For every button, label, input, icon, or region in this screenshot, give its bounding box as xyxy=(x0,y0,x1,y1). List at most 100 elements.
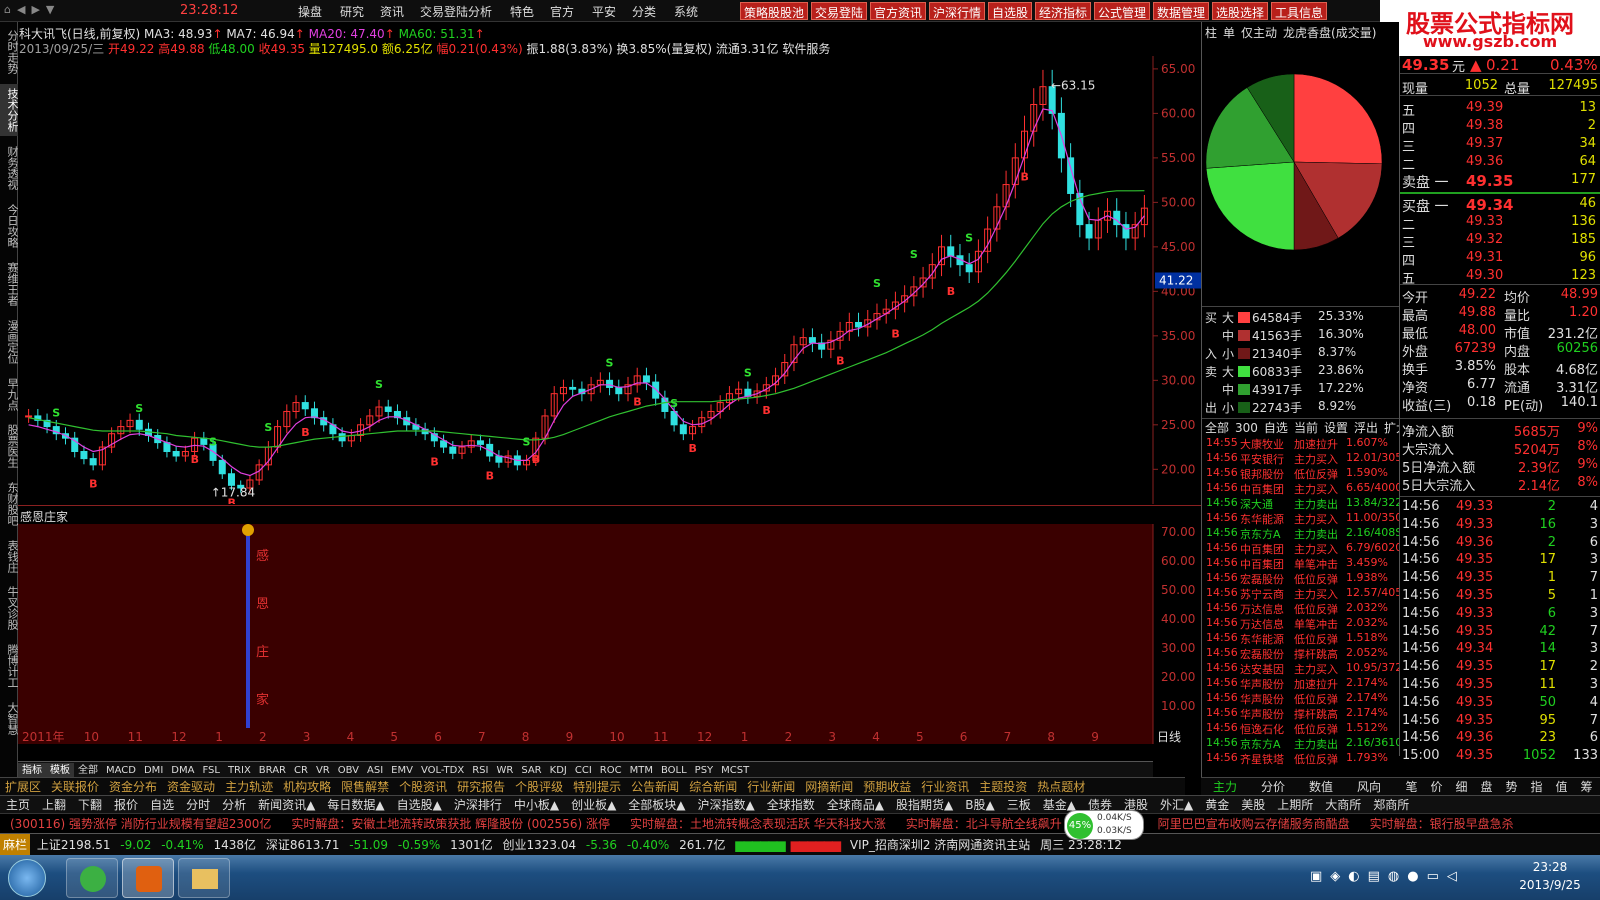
start-button-icon[interactable] xyxy=(8,859,46,897)
nav-tab-2[interactable]: 下翻 xyxy=(72,796,108,814)
func-tab-2[interactable]: 资金分布 xyxy=(104,778,162,796)
news-item-2[interactable]: 实时解盘：土地流转概念表现活跃 华天科技大涨 xyxy=(620,814,896,834)
func-tab-11[interactable]: 公告新闻 xyxy=(626,778,684,796)
list-tab-4[interactable]: 设置 xyxy=(1321,419,1351,436)
nav-tab-7[interactable]: 新闻资讯▲ xyxy=(252,796,321,814)
list-tab-3[interactable]: 当前 xyxy=(1291,419,1321,436)
nav-tab-19[interactable]: 三板 xyxy=(1001,796,1037,814)
nav-tab-14[interactable]: 沪深指数▲ xyxy=(692,796,761,814)
nav-tab-24[interactable]: 黄金 xyxy=(1199,796,1235,814)
nav-tab-28[interactable]: 郑商所 xyxy=(1367,796,1415,814)
trade-row[interactable]: 14:56 万达信息 单笔冲击 2.032% xyxy=(1206,616,1400,631)
list-tab-1[interactable]: 300 xyxy=(1232,421,1261,435)
tool-button-3[interactable]: 沪深行情 xyxy=(929,2,985,20)
func-tab-8[interactable]: 研究报告 xyxy=(452,778,510,796)
flow-tab-2[interactable]: 仅主动 xyxy=(1238,24,1280,41)
trade-row[interactable]: 14:56 京东方A 主力卖出 2.16/408S xyxy=(1206,526,1402,541)
nav-tab-18[interactable]: B股▲ xyxy=(959,796,1000,814)
func-tab-10[interactable]: 特别提示 xyxy=(568,778,626,796)
left-tab-11[interactable]: 腾博计工 xyxy=(0,640,19,692)
news-item-5[interactable]: 实时解盘：银行股早盘急杀 xyxy=(1360,814,1524,834)
func-tab-1[interactable]: 关联报价 xyxy=(46,778,104,796)
left-tab-8[interactable]: 东财股吧 xyxy=(0,478,19,530)
left-tab-10[interactable]: 牛叉诊股 xyxy=(0,582,19,634)
bid-row[interactable]: 四 49.31 96 xyxy=(1400,250,1600,269)
tray-icons[interactable]: ▣◈◐▤◍●▭◁ xyxy=(1310,869,1465,884)
trade-row[interactable]: 14:56 深大通 主力卖出 13.84/322 xyxy=(1206,496,1402,511)
trade-row[interactable]: 14:56 苏宁云商 主力买入 12.57/405 xyxy=(1206,586,1402,601)
tool-button-9[interactable]: 工具信息 xyxy=(1271,2,1327,20)
taskbar-app-ie-icon[interactable] xyxy=(66,858,118,898)
nav-tab-15[interactable]: 全球指数 xyxy=(761,796,821,814)
flow-tab-3[interactable]: 龙虎香盘(成交量) xyxy=(1280,24,1379,41)
tool-button-6[interactable]: 公式管理 xyxy=(1094,2,1150,20)
tool-button-0[interactable]: 策略股股池 xyxy=(740,2,808,20)
quote-bottom-tab-1[interactable]: 价 xyxy=(1424,778,1449,796)
tool-button-5[interactable]: 经济指标 xyxy=(1035,2,1091,20)
trade-row[interactable]: 14:56 银邦股份 低位反弹 1.590% xyxy=(1206,466,1400,481)
sh-index[interactable]: 上证2198.51 xyxy=(34,834,114,856)
left-tab-12[interactable]: 大智慧 xyxy=(0,698,19,738)
nav-tab-8[interactable]: 每日数据▲ xyxy=(321,796,390,814)
left-tab-4[interactable]: 赛维王者 xyxy=(0,258,19,310)
news-item-0[interactable]: (300116) 强势涨停 消防行业规模有望超2300亿 xyxy=(0,814,281,834)
taskbar-app-folder-icon[interactable] xyxy=(178,858,230,898)
cy-index[interactable]: 创业1323.04 xyxy=(499,834,579,856)
network-widget[interactable]: 45% 0.04K/S 0.03K/S xyxy=(1064,810,1144,840)
tool-button-8[interactable]: 选股选择 xyxy=(1212,2,1268,20)
nav-tab-6[interactable]: 分析 xyxy=(216,796,252,814)
list-tab-5[interactable]: 浮出 xyxy=(1351,419,1381,436)
trade-row[interactable]: 14:56 华声股份 加速拉升 2.174% xyxy=(1206,676,1400,691)
nav-tab-0[interactable]: 主页 xyxy=(0,796,36,814)
left-tab-2[interactable]: 财务透视 xyxy=(0,142,19,194)
menu-item-2[interactable]: 资讯 xyxy=(380,3,404,20)
price-chart[interactable]: 65.0060.0055.0050.0045.0040.0035.0030.00… xyxy=(18,56,1201,504)
nav-tab-5[interactable]: 分时 xyxy=(180,796,216,814)
flow-bottom-tab-0[interactable]: 主力 xyxy=(1201,778,1249,796)
trade-row[interactable]: 14:56 宏磊股份 低位反弹 1.938% xyxy=(1206,571,1400,586)
nav-tab-4[interactable]: 自选 xyxy=(144,796,180,814)
func-tab-18[interactable]: 热点题材 xyxy=(1032,778,1090,796)
trade-row[interactable]: 14:56 中百集团 主力买入 6.79/6020 xyxy=(1206,541,1402,556)
nav-tab-26[interactable]: 上期所 xyxy=(1271,796,1319,814)
func-tab-16[interactable]: 行业资讯 xyxy=(916,778,974,796)
nav-tab-12[interactable]: 创业板▲ xyxy=(565,796,622,814)
trade-row[interactable]: 14:56 齐星铁塔 低位反弹 1.793% xyxy=(1206,751,1400,766)
nav-tab-3[interactable]: 报价 xyxy=(108,796,144,814)
func-tab-7[interactable]: 个股资讯 xyxy=(394,778,452,796)
trade-row[interactable]: 14:55 大康牧业 加速拉升 1.607% xyxy=(1206,436,1400,451)
trade-row[interactable]: 14:56 平安银行 主力买入 12.01/305 xyxy=(1206,451,1402,466)
func-tab-6[interactable]: 限售解禁 xyxy=(336,778,394,796)
quote-bottom-tab-3[interactable]: 盘 xyxy=(1474,778,1499,796)
func-tab-9[interactable]: 个股评级 xyxy=(510,778,568,796)
trade-row[interactable]: 14:56 万达信息 低位反弹 2.032% xyxy=(1206,601,1400,616)
quote-bottom-tab-5[interactable]: 指 xyxy=(1524,778,1549,796)
menu-item-0[interactable]: 操盘 xyxy=(298,3,322,20)
list-tab-0[interactable]: 全部 xyxy=(1202,419,1232,436)
tool-button-1[interactable]: 交易登陆 xyxy=(811,2,867,20)
ask-row[interactable]: 二 49.36 64 xyxy=(1400,154,1600,173)
taskbar-app-stock-icon[interactable] xyxy=(122,858,174,898)
indicator-chart[interactable]: 70.00 60.00 50.00 40.00 30.00 20.00 10.00 感恩庄家 2… xyxy=(18,524,1201,744)
flow-bottom-tab-3[interactable]: 风向 xyxy=(1345,778,1393,796)
func-tab-14[interactable]: 网摘新闻 xyxy=(800,778,858,796)
ask-row[interactable]: 四 49.38 2 xyxy=(1400,118,1600,137)
tool-button-2[interactable]: 官方资讯 xyxy=(870,2,926,20)
left-tab-3[interactable]: 今日攻略 xyxy=(0,200,19,252)
bid-row[interactable]: 买盘 一 49.34 46 xyxy=(1400,196,1600,215)
left-tab-0[interactable]: 分时走势 xyxy=(0,26,19,78)
left-tab-7[interactable]: 股票医生 xyxy=(0,420,19,472)
menu-item-3[interactable]: 交易登陆分析 xyxy=(420,3,492,20)
nav-tab-10[interactable]: 沪深排行 xyxy=(448,796,508,814)
left-tab-6[interactable]: 早九点 xyxy=(0,374,19,414)
func-tab-0[interactable]: 扩展区 xyxy=(0,778,46,796)
server-name[interactable]: VIP_招商深圳2 济南网通资讯主站 xyxy=(847,834,1033,856)
news-item-1[interactable]: 实时解盘：安徽土地流转政策获批 辉隆股份 (002556) 涨停 xyxy=(281,814,620,834)
quote-bottom-tab-6[interactable]: 值 xyxy=(1549,778,1574,796)
bid-row[interactable]: 二 49.33 136 xyxy=(1400,214,1600,233)
flow-bottom-tab-1[interactable]: 分价 xyxy=(1249,778,1297,796)
nav-tab-16[interactable]: 全球商品▲ xyxy=(821,796,890,814)
status-brand[interactable]: 麻栏 xyxy=(0,834,31,856)
left-tab-1[interactable]: 技术分析 xyxy=(0,84,19,136)
menu-item-8[interactable]: 系统 xyxy=(674,3,698,20)
